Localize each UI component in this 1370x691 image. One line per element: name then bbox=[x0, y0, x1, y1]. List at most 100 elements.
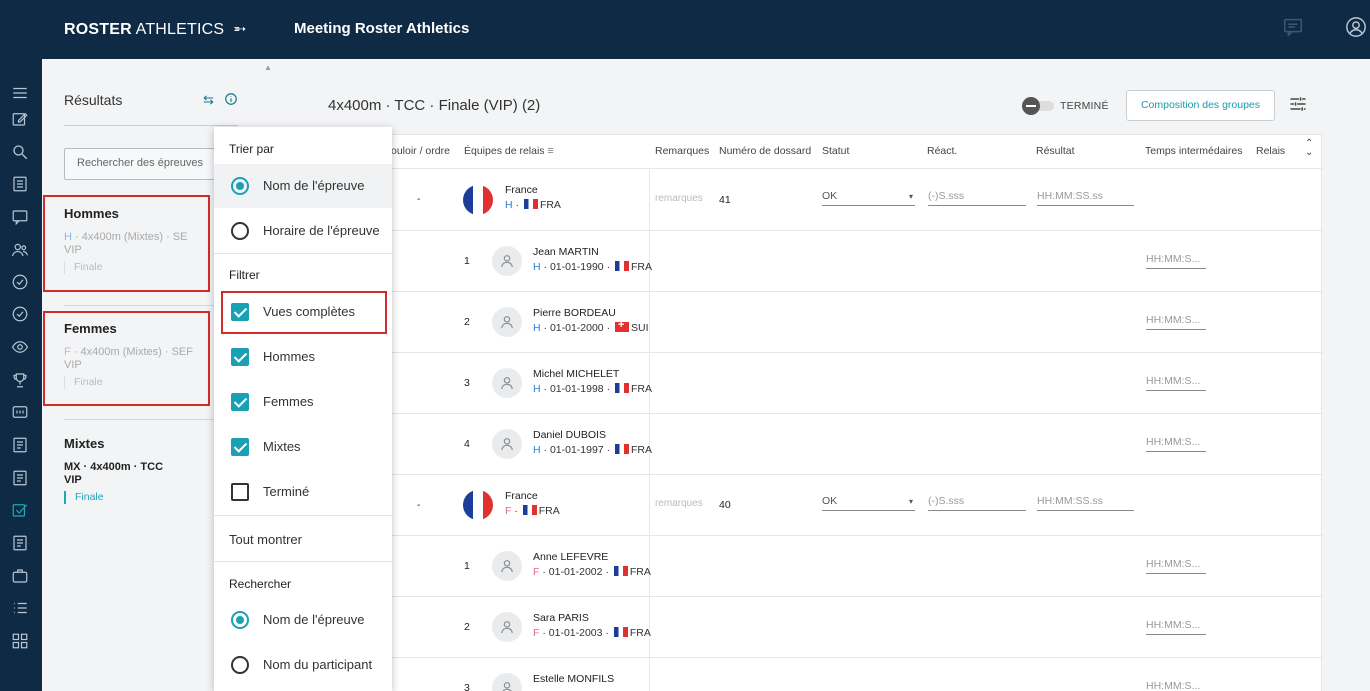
trophy-icon[interactable] bbox=[11, 371, 29, 389]
split-input[interactable]: HH:MM:S... bbox=[1146, 558, 1206, 574]
france-flag-icon bbox=[463, 490, 493, 520]
filter-termine[interactable]: Terminé bbox=[214, 470, 392, 514]
split-input[interactable]: HH:MM:S... bbox=[1146, 619, 1206, 635]
search-icon[interactable] bbox=[11, 143, 29, 161]
phase-label[interactable]: Finale bbox=[64, 491, 204, 504]
filter-icon[interactable]: ≡ bbox=[547, 145, 553, 157]
radio-unchecked[interactable] bbox=[231, 656, 249, 674]
sort-filter-menu: Trier par Nom de l'épreuve Horaire de l'… bbox=[214, 127, 392, 691]
tune-icon[interactable] bbox=[1288, 94, 1308, 114]
checkbox-icon[interactable] bbox=[11, 501, 29, 519]
athlete-row[interactable]: 2 Sara PARIS F · 01-01-2003 · FRA HH:MM:… bbox=[275, 596, 1323, 657]
radio-checked[interactable] bbox=[231, 611, 249, 629]
team-info: F · FRA bbox=[505, 505, 560, 517]
collapse-icon[interactable]: ⌃ ⌄ bbox=[1305, 139, 1313, 158]
team-row[interactable]: - France F · FRA remarques 40 OK ▾ (-)S.s… bbox=[275, 474, 1323, 535]
col-teams[interactable]: Équipes de relais ≡ bbox=[464, 145, 554, 157]
list-bullet-icon[interactable] bbox=[11, 599, 29, 617]
col-result[interactable]: Résultat bbox=[1036, 145, 1075, 157]
react-input[interactable]: (-)S.sss bbox=[928, 190, 1026, 206]
show-all-button[interactable]: Tout montrer bbox=[229, 532, 302, 547]
grid-icon[interactable] bbox=[11, 632, 29, 650]
filter-femmes[interactable]: Femmes bbox=[214, 380, 392, 424]
athlete-row[interactable]: 1 Anne LEFEVRE F · 01-01-2002 · FRA HH:M… bbox=[275, 535, 1323, 596]
chat-icon[interactable] bbox=[11, 208, 29, 226]
france-flag-icon bbox=[523, 199, 538, 209]
check-circle-outline-icon[interactable] bbox=[11, 305, 29, 323]
filter-title: Filtrer bbox=[229, 268, 260, 282]
scoreboard-icon[interactable] bbox=[11, 403, 29, 421]
brand-logo[interactable]: ROSTER ATHLETICS ➶ bbox=[64, 19, 250, 41]
checkbox-unchecked[interactable] bbox=[231, 483, 249, 501]
athlete-row[interactable]: 2 Pierre BORDEAU H · 01-01-2000 · SUI HH… bbox=[275, 291, 1323, 352]
document-icon[interactable] bbox=[11, 534, 29, 552]
split-input[interactable]: HH:MM:S... bbox=[1146, 680, 1206, 691]
col-splits[interactable]: Temps intermédaires bbox=[1145, 145, 1242, 157]
sort-by-event-name[interactable]: Nom de l'épreuve bbox=[214, 164, 392, 208]
result-input[interactable]: HH:MM:SS.ss bbox=[1037, 495, 1134, 511]
remarks-input[interactable]: remarques bbox=[655, 498, 703, 509]
checkbox-checked[interactable] bbox=[231, 393, 249, 411]
order-value: 1 bbox=[464, 560, 470, 572]
athlete-row[interactable]: 3 Estelle MONFILS HH:MM:S... bbox=[275, 657, 1323, 691]
athlete-name: Daniel DUBOIS bbox=[533, 429, 606, 441]
team-row[interactable]: - France H · FRA remarques 41 OK ▾ (-)S.s… bbox=[275, 168, 1323, 230]
info-icon[interactable] bbox=[224, 92, 238, 109]
finished-toggle[interactable] bbox=[1022, 97, 1056, 115]
checkbox-checked[interactable] bbox=[231, 438, 249, 456]
document-icon[interactable] bbox=[11, 436, 29, 454]
left-nav bbox=[0, 59, 42, 691]
option-label: Hommes bbox=[263, 349, 316, 364]
check-circle-icon[interactable] bbox=[11, 273, 29, 291]
bib-input[interactable]: 40 bbox=[719, 499, 731, 511]
brand-bold: ROSTER bbox=[64, 21, 132, 38]
event-name[interactable]: MX · 4x400m · TCC VIP bbox=[64, 461, 204, 487]
col-react[interactable]: Réact. bbox=[927, 145, 957, 157]
account-icon[interactable] bbox=[1345, 16, 1367, 38]
split-input[interactable]: HH:MM:S... bbox=[1146, 436, 1206, 452]
col-lane[interactable]: ouloir / ordre bbox=[391, 145, 450, 157]
status-select[interactable]: OK ▾ bbox=[822, 190, 915, 206]
search-events-input[interactable]: Rechercher des épreuves bbox=[64, 148, 234, 180]
document-icon[interactable] bbox=[11, 469, 29, 487]
split-input[interactable]: HH:MM:S... bbox=[1146, 253, 1206, 269]
athlete-row[interactable]: 3 Michel MICHELET H · 01-01-1998 · FRA H… bbox=[275, 352, 1323, 413]
radio-unchecked[interactable] bbox=[231, 222, 249, 240]
list-icon[interactable] bbox=[11, 175, 29, 193]
split-input[interactable]: HH:MM:S... bbox=[1146, 314, 1206, 330]
col-remarks[interactable]: Remarques bbox=[655, 145, 709, 157]
athlete-row[interactable]: 4 Daniel DUBOIS H · 01-01-1997 · FRA HH:… bbox=[275, 413, 1323, 474]
message-icon[interactable] bbox=[1282, 16, 1304, 38]
search-by-participant-name[interactable]: Nom du participant bbox=[214, 643, 392, 687]
checkbox-checked[interactable] bbox=[231, 348, 249, 366]
edit-icon[interactable] bbox=[11, 110, 29, 128]
france-flag-icon bbox=[463, 185, 493, 215]
athlete-row[interactable]: 1 Jean MARTIN H · 01-01-1990 · FRA HH:MM… bbox=[275, 230, 1323, 291]
scroll-up-arrow[interactable]: ▲ bbox=[264, 63, 272, 72]
eye-icon[interactable] bbox=[11, 338, 29, 356]
group-composition-button[interactable]: Composition des groupes bbox=[1126, 90, 1275, 121]
col-status[interactable]: Statut bbox=[822, 145, 849, 157]
col-relays[interactable]: Relais bbox=[1256, 145, 1285, 157]
group-mixtes[interactable]: Mixtes MX · 4x400m · TCC VIP Finale bbox=[64, 436, 204, 504]
divider bbox=[64, 419, 214, 420]
remarks-input[interactable]: remarques bbox=[655, 193, 703, 204]
react-input[interactable]: (-)S.sss bbox=[928, 495, 1026, 511]
result-input[interactable]: HH:MM:SS.ss bbox=[1037, 190, 1134, 206]
briefcase-icon[interactable] bbox=[11, 567, 29, 585]
status-select[interactable]: OK ▾ bbox=[822, 495, 915, 511]
col-bib[interactable]: Numéro de dossard bbox=[719, 145, 811, 157]
radio-checked[interactable] bbox=[231, 177, 249, 195]
swap-icon[interactable]: ⇆ bbox=[203, 92, 214, 108]
bib-input[interactable]: 41 bbox=[719, 194, 731, 206]
split-input[interactable]: HH:MM:S... bbox=[1146, 375, 1206, 391]
people-icon[interactable] bbox=[11, 241, 29, 259]
filter-hommes[interactable]: Hommes bbox=[214, 335, 392, 379]
option-label: Nom du participant bbox=[263, 657, 373, 672]
menu-icon[interactable] bbox=[11, 84, 29, 102]
athlete-name: Michel MICHELET bbox=[533, 368, 620, 380]
sort-by-event-time[interactable]: Horaire de l'épreuve bbox=[214, 209, 392, 253]
search-by-event-name[interactable]: Nom de l'épreuve bbox=[214, 598, 392, 642]
filter-mixtes[interactable]: Mixtes bbox=[214, 425, 392, 469]
lane-value: - bbox=[417, 193, 421, 205]
